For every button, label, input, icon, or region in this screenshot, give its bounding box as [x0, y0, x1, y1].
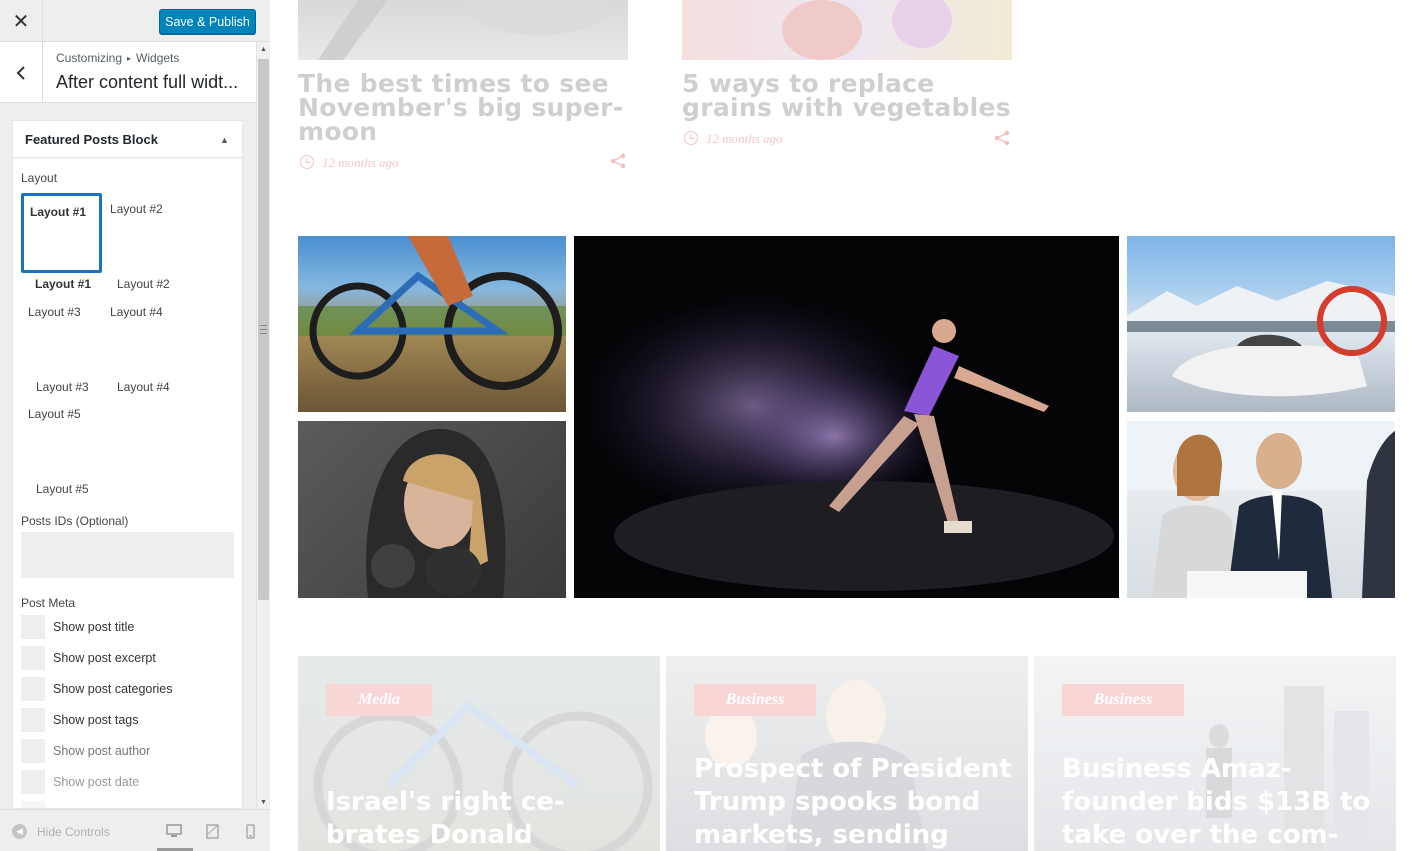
scrollbar-grip-icon [260, 325, 267, 334]
show-tags-checkbox[interactable] [21, 708, 45, 732]
tablet-preview-icon[interactable] [203, 822, 221, 840]
layout-option-label: Layout #1 [30, 205, 87, 219]
post-title-2[interactable]: 5 ways to replace grains with vegetables [682, 71, 1017, 120]
layout-caption-5: Layout #5 [36, 482, 89, 496]
card-title-1[interactable]: Israel's right ce- brates Donald [326, 786, 626, 851]
post-title-1[interactable]: The best times to see November's big sup… [298, 71, 633, 144]
show-date-checkbox[interactable] [21, 770, 45, 794]
featured-image-bicycle[interactable] [298, 236, 566, 412]
show-categories-label[interactable]: Show post categories [53, 682, 173, 696]
scroll-up-icon[interactable]: ▲ [257, 42, 270, 56]
desktop-preview-icon[interactable] [165, 822, 183, 840]
post-thumbnail-2[interactable] [682, 0, 1012, 60]
post-card-1[interactable]: Media Israel's right ce- brates Donald [298, 656, 660, 851]
scrollbar-thumb[interactable] [258, 59, 269, 600]
featured-image-business[interactable] [1127, 421, 1395, 598]
share-icon[interactable] [610, 153, 626, 169]
featured-image-hovercraft[interactable] [1127, 236, 1395, 412]
post-time-2: 12 months ago [706, 131, 783, 146]
close-icon: ✕ [12, 10, 30, 33]
post-card-2[interactable]: Business Prospect of President Trump spo… [666, 656, 1028, 851]
section-header: Customizing ▸ Widgets After content full w… [0, 42, 256, 103]
show-author-checkbox[interactable] [21, 739, 45, 763]
close-customizer-button[interactable]: ✕ [0, 0, 43, 42]
chevron-left-icon [16, 65, 25, 80]
back-button[interactable] [0, 42, 43, 103]
breadcrumb-leaf: Widgets [136, 51, 180, 65]
layout-caption-4: Layout #4 [117, 380, 170, 394]
layout-option-2[interactable]: Layout #2 [110, 202, 163, 216]
card-title-2[interactable]: Prospect of President Trump spooks bond … [694, 753, 1014, 851]
show-author-label[interactable]: Show post author [53, 744, 150, 758]
widget-title: Featured Posts Block [25, 132, 158, 147]
layout-caption-2: Layout #2 [117, 277, 170, 291]
layout-option-4[interactable]: Layout #4 [110, 305, 163, 319]
layout-caption-3: Layout #3 [36, 380, 89, 394]
category-badge[interactable]: Business [1062, 684, 1184, 716]
card-title-3[interactable]: Business Amaz- founder bids $13B to take… [1062, 753, 1382, 851]
show-title-label[interactable]: Show post title [53, 620, 134, 634]
customizer-sidebar: ✕ Save & Publish Customizing ▸ Widgets Aft… [0, 0, 270, 851]
show-title-checkbox[interactable] [21, 615, 45, 639]
post-ids-input[interactable] [21, 532, 234, 578]
hide-controls-icon[interactable]: ◀ [12, 824, 27, 839]
clock-icon [684, 131, 698, 145]
layout-option-selected[interactable]: Layout #1 [21, 193, 102, 273]
site-preview: The best times to see November's big sup… [270, 0, 1419, 851]
show-date-label[interactable]: Show post date [53, 775, 139, 789]
section-title: After content full widt... [56, 72, 239, 92]
customizer-header: ✕ Save & Publish [0, 0, 270, 42]
layout-label: Layout [21, 171, 58, 185]
collapse-arrow-icon[interactable]: ▲ [220, 135, 229, 145]
breadcrumb-root: Customizing [56, 51, 123, 65]
post-card-3[interactable]: Business Business Amaz- founder bids $13… [1034, 656, 1396, 851]
clock-icon [300, 155, 314, 169]
show-categories-checkbox[interactable] [21, 677, 45, 701]
hide-controls-button[interactable]: Hide Controls [37, 825, 110, 839]
mobile-preview-icon[interactable] [241, 822, 259, 840]
post-meta-label: Post Meta [21, 596, 76, 610]
scroll-down-icon[interactable]: ▼ [257, 795, 270, 809]
breadcrumb-separator-icon: ▸ [127, 54, 132, 63]
sidebar-scrollbar[interactable]: ▲ ▼ [256, 42, 270, 809]
category-badge[interactable]: Media [326, 684, 432, 716]
layout-option-3[interactable]: Layout #3 [28, 305, 81, 319]
featured-image-boxer[interactable] [298, 421, 566, 598]
post-thumbnail-1[interactable] [298, 0, 628, 60]
save-publish-button[interactable]: Save & Publish [159, 9, 256, 34]
post-ids-label: Posts IDs (Optional) [21, 514, 129, 528]
show-excerpt-checkbox[interactable] [21, 646, 45, 670]
layout-caption-1: Layout #1 [35, 277, 92, 291]
show-tags-label[interactable]: Show post tags [53, 713, 138, 727]
share-icon[interactable] [994, 130, 1010, 146]
featured-posts-widget: Featured Posts Block ▲ Layout Layout #1 … [12, 120, 243, 809]
category-badge[interactable]: Business [694, 684, 816, 716]
show-excerpt-label[interactable]: Show post excerpt [53, 651, 156, 665]
widget-title-bar[interactable]: Featured Posts Block ▲ [13, 121, 242, 158]
next-meta-checkbox[interactable] [21, 801, 45, 808]
post-time-1: 12 months ago [322, 155, 399, 170]
featured-image-skater[interactable] [574, 236, 1119, 598]
customizer-footer: ◀ Hide Controls [0, 809, 270, 851]
breadcrumb: Customizing ▸ Widgets [56, 51, 179, 65]
layout-option-5[interactable]: Layout #5 [28, 407, 81, 421]
